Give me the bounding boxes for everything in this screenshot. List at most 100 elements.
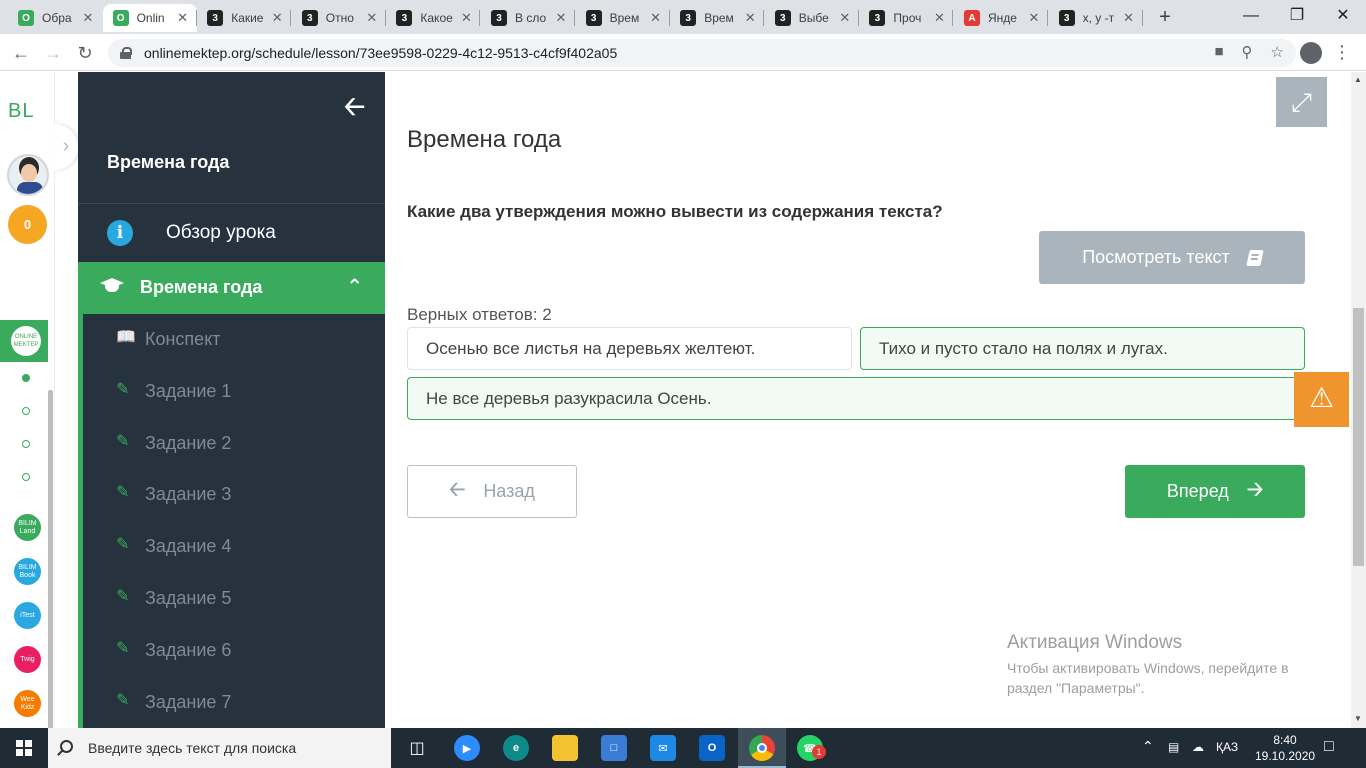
rail-app-itest-icon[interactable]: iTest: [14, 602, 41, 629]
browser-tab[interactable]: A Янде ✕: [954, 4, 1048, 32]
browser-tab[interactable]: 3 x, y -т ✕: [1049, 4, 1143, 32]
next-button[interactable]: Вперед 🡢: [1125, 465, 1305, 518]
close-tab-icon[interactable]: ✕: [553, 10, 569, 26]
mail-icon[interactable]: ✉: [650, 735, 676, 761]
network-icon[interactable]: ▤: [1168, 740, 1179, 754]
close-tab-icon[interactable]: ✕: [364, 10, 380, 26]
user-avatar[interactable]: [7, 154, 49, 196]
close-tab-icon[interactable]: ✕: [80, 10, 96, 26]
answer-option-selected[interactable]: Не все деревья разукрасила Осень.: [407, 377, 1305, 420]
browser-tab[interactable]: 3 Отно ✕: [292, 4, 386, 32]
camera-icon[interactable]: ■: [1214, 43, 1223, 61]
coins-badge[interactable]: 0: [8, 205, 47, 244]
clock-date: 19.10.2020: [1255, 749, 1316, 763]
close-tab-icon[interactable]: ✕: [458, 10, 474, 26]
browser-tab-strip: O Обра ✕ O Onlin ✕ 3 Какие ✕ 3 Отно ✕ 3 Какое ✕ 3 В сло ✕…: [0, 0, 1366, 34]
tab-favicon-icon: O: [112, 10, 129, 26]
close-tab-icon[interactable]: ✕: [1026, 10, 1042, 26]
bilim-logo[interactable]: BL: [8, 100, 34, 123]
cloud-icon[interactable]: ☁: [1192, 740, 1204, 754]
rail-dot[interactable]: [22, 473, 30, 481]
sidebar-section-seasons[interactable]: Времена года ⌃: [78, 262, 385, 314]
back-button[interactable]: 🡠 Назад: [407, 465, 577, 518]
view-text-button[interactable]: Посмотреть текст: [1039, 231, 1305, 284]
tab-title: x, y -т: [1082, 11, 1115, 25]
rail-app-bilimland-icon[interactable]: BILIM Land: [14, 514, 41, 541]
sidebar-item[interactable]: ✎ Задание 7: [78, 677, 385, 728]
rail-scrollbar[interactable]: [48, 390, 53, 750]
rail-dot[interactable]: [22, 407, 30, 415]
answer-option-selected[interactable]: Тихо и пусто стало на полях и лугах.: [860, 327, 1305, 370]
tray-chevron-up-icon[interactable]: ⌃: [1142, 738, 1154, 755]
taskbar-search[interactable]: Введите здесь текст для поиска: [48, 728, 391, 768]
browser-tab[interactable]: 3 Проч ✕: [859, 4, 954, 32]
close-tab-icon[interactable]: ✕: [837, 10, 853, 26]
sidebar-item[interactable]: ✎ Задание 4: [78, 521, 385, 573]
expand-rail-button[interactable]: ›: [54, 124, 78, 170]
back-label: Назад: [483, 481, 535, 501]
activation-text: Чтобы активировать Windows, перейдите в …: [1007, 660, 1289, 696]
task-view-icon[interactable]: ◫: [404, 735, 430, 761]
close-tab-icon[interactable]: ✕: [931, 10, 947, 26]
sidebar-item[interactable]: ✎ Задание 3: [78, 469, 385, 521]
taskbar-search-placeholder: Введите здесь текст для поиска: [88, 740, 297, 756]
browser-tab[interactable]: 3 Какие ✕: [197, 4, 292, 32]
fullscreen-button[interactable]: ⤢: [1276, 77, 1327, 127]
start-button[interactable]: [0, 728, 48, 768]
scroll-up-icon[interactable]: ▲: [1354, 75, 1362, 84]
close-tab-icon[interactable]: ✕: [648, 10, 664, 26]
new-tab-button[interactable]: +: [1154, 6, 1176, 28]
rail-app-tilly-icon[interactable]: Wee Kidz: [14, 690, 41, 717]
rail-item-online-mektep[interactable]: ONLINE MEKTEP: [0, 320, 48, 362]
rail-app-twig-icon[interactable]: Twig: [14, 646, 41, 673]
browser-tab[interactable]: 3 В сло ✕: [481, 4, 575, 32]
collapse-sidebar-icon[interactable]: 🡠: [344, 88, 365, 132]
page-scrollbar[interactable]: ▲ ▼: [1351, 72, 1366, 728]
rail-dot[interactable]: [22, 440, 30, 448]
close-tab-icon[interactable]: ✕: [742, 10, 758, 26]
close-tab-icon[interactable]: ✕: [175, 10, 191, 26]
close-tab-icon[interactable]: ✕: [269, 10, 285, 26]
maximize-button[interactable]: ❐: [1274, 0, 1320, 34]
chrome-icon[interactable]: [749, 735, 775, 761]
language-indicator[interactable]: ҚАЗ: [1216, 740, 1238, 754]
browser-tab[interactable]: 3 Какое ✕: [386, 4, 481, 32]
store-icon[interactable]: □: [601, 735, 627, 761]
sidebar-item[interactable]: ✎ Задание 2: [78, 418, 385, 470]
rail-dot[interactable]: [22, 374, 30, 382]
answer-option[interactable]: Осенью все листья на деревьях желтеют.: [407, 327, 852, 370]
profile-avatar-icon[interactable]: [1300, 42, 1322, 64]
sidebar-item[interactable]: ✎ Задание 1: [78, 366, 385, 418]
browser-tab[interactable]: 3 Выбе ✕: [765, 4, 859, 32]
notifications-icon[interactable]: □: [1324, 738, 1334, 756]
sidebar-item-label: Задание 3: [145, 484, 232, 505]
edge-icon[interactable]: e: [503, 735, 529, 761]
scroll-down-icon[interactable]: ▼: [1354, 714, 1362, 723]
browser-tab[interactable]: 3 Врем ✕: [670, 4, 765, 32]
browser-tab[interactable]: 3 Врем ✕: [576, 4, 670, 32]
rail-app-bilimbook-icon[interactable]: BILIM Book: [14, 558, 41, 585]
report-warning-button[interactable]: ⚠: [1294, 372, 1349, 427]
graduation-cap-icon: [100, 276, 124, 296]
browser-tab[interactable]: O Обра ✕: [8, 4, 102, 32]
sidebar-item[interactable]: ✎ Задание 6: [78, 625, 385, 677]
sidebar-item-overview[interactable]: i Обзор урока: [78, 204, 385, 262]
address-bar[interactable]: onlinemektep.org/schedule/lesson/73ee959…: [108, 39, 1296, 67]
reload-icon[interactable]: ↻: [72, 40, 98, 66]
sidebar-item[interactable]: 📖 Конспект: [78, 314, 385, 366]
file-explorer-icon[interactable]: [552, 735, 578, 761]
close-window-button[interactable]: ✕: [1320, 0, 1366, 34]
sidebar-item[interactable]: ✎ Задание 5: [78, 573, 385, 625]
outlook-icon[interactable]: O: [699, 735, 725, 761]
zoom-icon[interactable]: ⚲: [1242, 43, 1253, 61]
browser-tab[interactable]: O Onlin ✕: [102, 4, 197, 32]
back-nav-icon[interactable]: ←: [8, 40, 34, 66]
bookmark-star-icon[interactable]: ☆: [1271, 43, 1284, 61]
zoom-app-icon[interactable]: ▶: [454, 735, 480, 761]
forward-nav-icon[interactable]: →: [40, 40, 66, 66]
close-tab-icon[interactable]: ✕: [1121, 10, 1137, 26]
tab-favicon-icon: 3: [396, 10, 413, 26]
minimize-button[interactable]: —: [1228, 0, 1274, 34]
browser-menu-icon[interactable]: ⋮: [1332, 42, 1352, 62]
clock[interactable]: 8:40 19.10.2020: [1255, 732, 1315, 764]
